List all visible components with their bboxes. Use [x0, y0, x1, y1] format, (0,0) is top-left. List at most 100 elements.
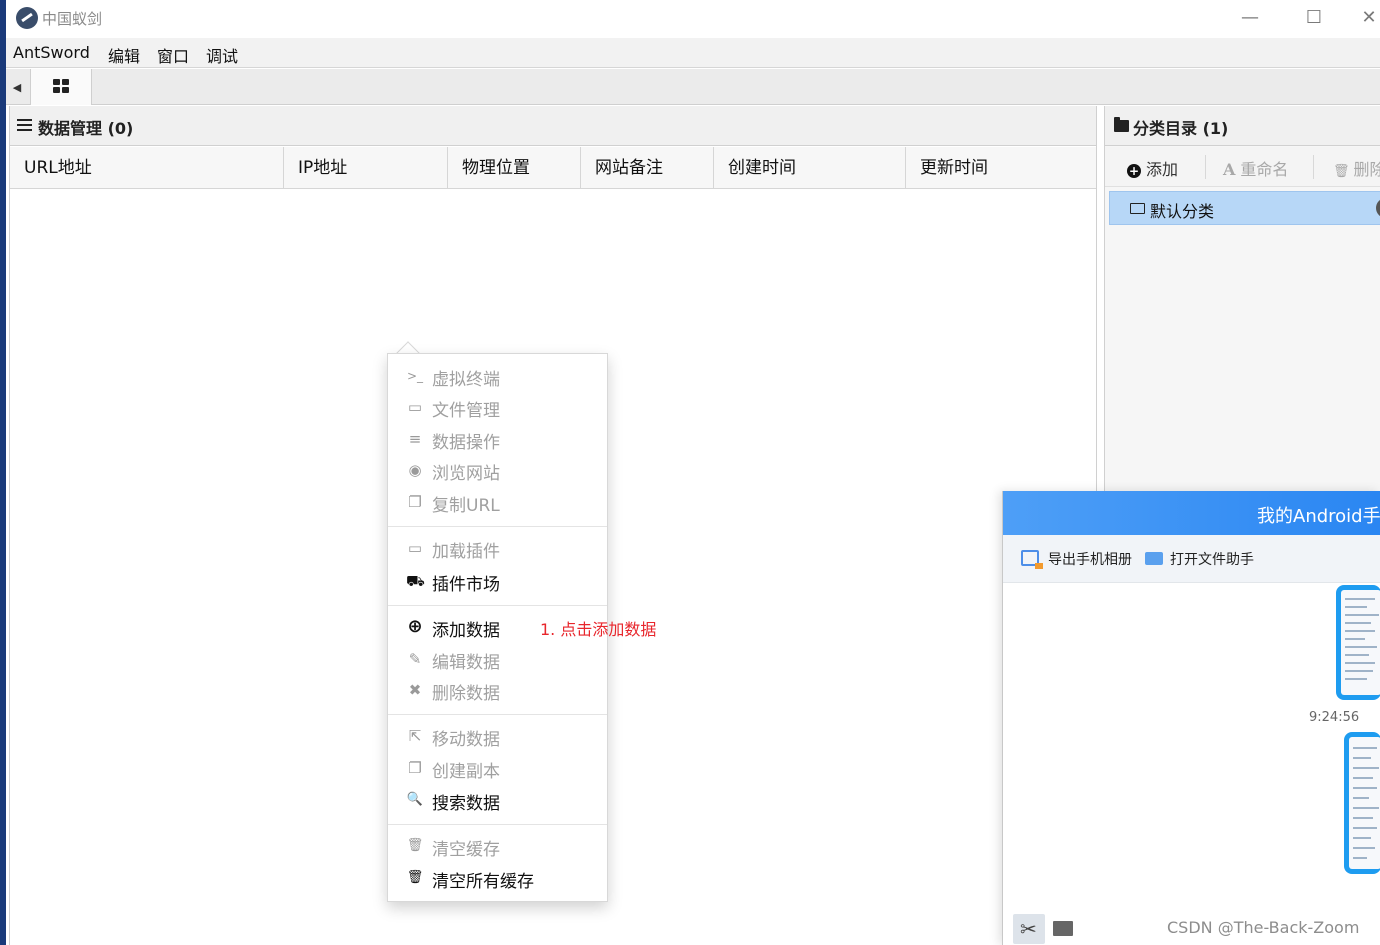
column-ip[interactable]: IP地址	[284, 147, 448, 189]
menu-item-create-copy[interactable]: ❐ 创建副本	[388, 753, 607, 783]
message-timestamp: 9:24:56	[1309, 710, 1360, 725]
close-button[interactable]: ✕	[1358, 4, 1380, 32]
folder-icon	[1114, 117, 1129, 132]
menu-item-label: 清空缓存	[432, 840, 500, 860]
copy-icon: ❐	[408, 493, 422, 511]
menu-window[interactable]: 窗口	[157, 43, 189, 67]
menu-bar: AntSword 编辑 窗口 调试	[6, 38, 1380, 68]
menu-item-plugin-market[interactable]: ⛟ 插件市场	[388, 566, 607, 596]
menu-item-move-data[interactable]: ⇱ 移动数据	[388, 721, 607, 751]
share-icon: ⇱	[408, 727, 422, 745]
search-icon: 🔍	[406, 792, 424, 807]
menu-item-label: 清空所有缓存	[432, 872, 534, 892]
android-window-toolbar: 导出手机相册 打开文件助手	[1003, 535, 1380, 583]
watermark: CSDN @The-Back-Zoom	[1167, 918, 1360, 937]
menu-item-load-plugin[interactable]: ▭ 加载插件	[388, 533, 607, 563]
tab-home[interactable]	[30, 69, 92, 105]
annotation-click-add-data: 1. 点击添加数据	[540, 620, 657, 639]
add-category-button[interactable]: + 添加	[1127, 156, 1178, 180]
category-panel-title: 分类目录 (1)	[1133, 119, 1229, 138]
plus-circle-icon: +	[1127, 164, 1141, 178]
category-label: 默认分类	[1150, 202, 1215, 221]
menu-item-search-data[interactable]: 🔍 搜索数据	[388, 785, 607, 815]
tab-bar: ◀	[6, 69, 1380, 105]
menu-item-label: 虚拟终端	[432, 370, 500, 390]
font-icon: A	[1223, 160, 1236, 179]
menu-item-label: 编辑数据	[432, 653, 500, 673]
menu-item-label: 加载插件	[432, 542, 500, 562]
menu-divider	[388, 526, 607, 527]
menu-item-label: 移动数据	[432, 730, 500, 750]
folder-outline-icon	[1130, 203, 1145, 214]
copy-icon: ❐	[408, 759, 422, 777]
category-count-badge	[1376, 198, 1380, 218]
menu-item-label: 搜索数据	[432, 794, 500, 814]
title-bar: 中国蚁剑 — ☐ ✕	[6, 0, 1380, 38]
menu-item-browse-site[interactable]: ◉ 浏览网站	[388, 455, 607, 485]
screenshot-button[interactable]: ✂	[1013, 914, 1045, 944]
antsword-logo-icon	[16, 7, 38, 29]
list-icon	[17, 119, 32, 131]
window-title: 中国蚁剑	[42, 10, 103, 28]
category-panel-header: 分类目录 (1)	[1105, 106, 1380, 146]
delete-category-button[interactable]: 🗑 删除	[1333, 156, 1380, 180]
menu-item-label: 创建副本	[432, 762, 500, 782]
database-icon: ≡	[408, 430, 422, 448]
photo-export-icon	[1021, 550, 1043, 569]
data-panel-header: 数据管理 (0)	[10, 106, 1096, 146]
menu-edit[interactable]: 编辑	[108, 43, 140, 67]
column-created[interactable]: 创建时间	[714, 147, 906, 189]
add-category-label: 添加	[1146, 160, 1179, 179]
menu-debug[interactable]: 调试	[206, 43, 238, 67]
menu-item-label: 添加数据	[432, 621, 500, 641]
menu-item-file-manager[interactable]: ▭ 文件管理	[388, 392, 607, 422]
folder-icon: ▭	[407, 539, 423, 557]
edit-icon: ✎	[408, 650, 422, 668]
plus-circle-icon: ⊕	[407, 616, 423, 637]
trash-icon: 🗑	[406, 870, 424, 885]
desktop-background	[0, 0, 6, 945]
android-window-title: 我的Android手	[1257, 506, 1380, 527]
folder-icon	[1145, 552, 1163, 565]
maximize-button[interactable]: ☐	[1294, 4, 1334, 32]
grid-icon	[53, 79, 69, 93]
menu-item-label: 复制URL	[432, 496, 500, 516]
menu-item-copy-url[interactable]: ❐ 复制URL	[388, 487, 607, 517]
column-note[interactable]: 网站备注	[581, 147, 714, 189]
screenshot-thumbnail[interactable]	[1336, 585, 1380, 700]
menu-item-clear-all-cache[interactable]: 🗑 清空所有缓存	[388, 863, 607, 893]
minimize-button[interactable]: —	[1230, 4, 1270, 32]
menu-divider	[388, 714, 607, 715]
data-panel-title: 数据管理 (0)	[38, 119, 134, 138]
screenshot-preview	[1349, 737, 1380, 869]
menu-item-label: 删除数据	[432, 684, 500, 704]
menu-item-database[interactable]: ≡ 数据操作	[388, 424, 607, 454]
menu-item-delete-data[interactable]: ✖ 删除数据	[388, 675, 607, 705]
android-window-header: 我的Android手	[1003, 491, 1380, 535]
category-item-default[interactable]: 默认分类	[1109, 191, 1380, 225]
menu-item-clear-cache[interactable]: 🗑 清空缓存	[388, 831, 607, 861]
menu-antsword[interactable]: AntSword	[13, 43, 90, 62]
menu-item-label: 数据操作	[432, 433, 500, 453]
menu-item-label: 浏览网站	[432, 464, 500, 484]
category-toolbar: + 添加 A 重命名 🗑 删除	[1105, 147, 1380, 187]
export-album-button[interactable]: 导出手机相册	[1048, 549, 1132, 569]
menu-item-edit-data[interactable]: ✎ 编辑数据	[388, 644, 607, 674]
tab-scroll-left-button[interactable]: ◀	[10, 78, 24, 98]
screenshot-preview	[1341, 590, 1380, 695]
column-url[interactable]: URL地址	[10, 147, 284, 189]
cart-icon: ⛟	[406, 572, 425, 590]
menu-item-label: 文件管理	[432, 401, 500, 421]
open-file-helper-button[interactable]: 打开文件助手	[1170, 549, 1254, 569]
screenshot-thumbnail[interactable]	[1344, 732, 1380, 874]
android-helper-window: 我的Android手 导出手机相册 打开文件助手 9:24:56 ✂ CSDN …	[1002, 491, 1380, 945]
trash-icon: 🗑	[406, 838, 424, 853]
folder-icon[interactable]	[1053, 921, 1073, 936]
chrome-icon: ◉	[408, 461, 422, 479]
rename-category-label: 重命名	[1240, 160, 1289, 179]
menu-item-virtual-terminal[interactable]: >_ 虚拟终端	[388, 361, 607, 391]
rename-category-button[interactable]: A 重命名	[1223, 156, 1288, 180]
menu-divider	[388, 824, 607, 825]
column-updated[interactable]: 更新时间	[906, 147, 1098, 189]
column-location[interactable]: 物理位置	[448, 147, 581, 189]
